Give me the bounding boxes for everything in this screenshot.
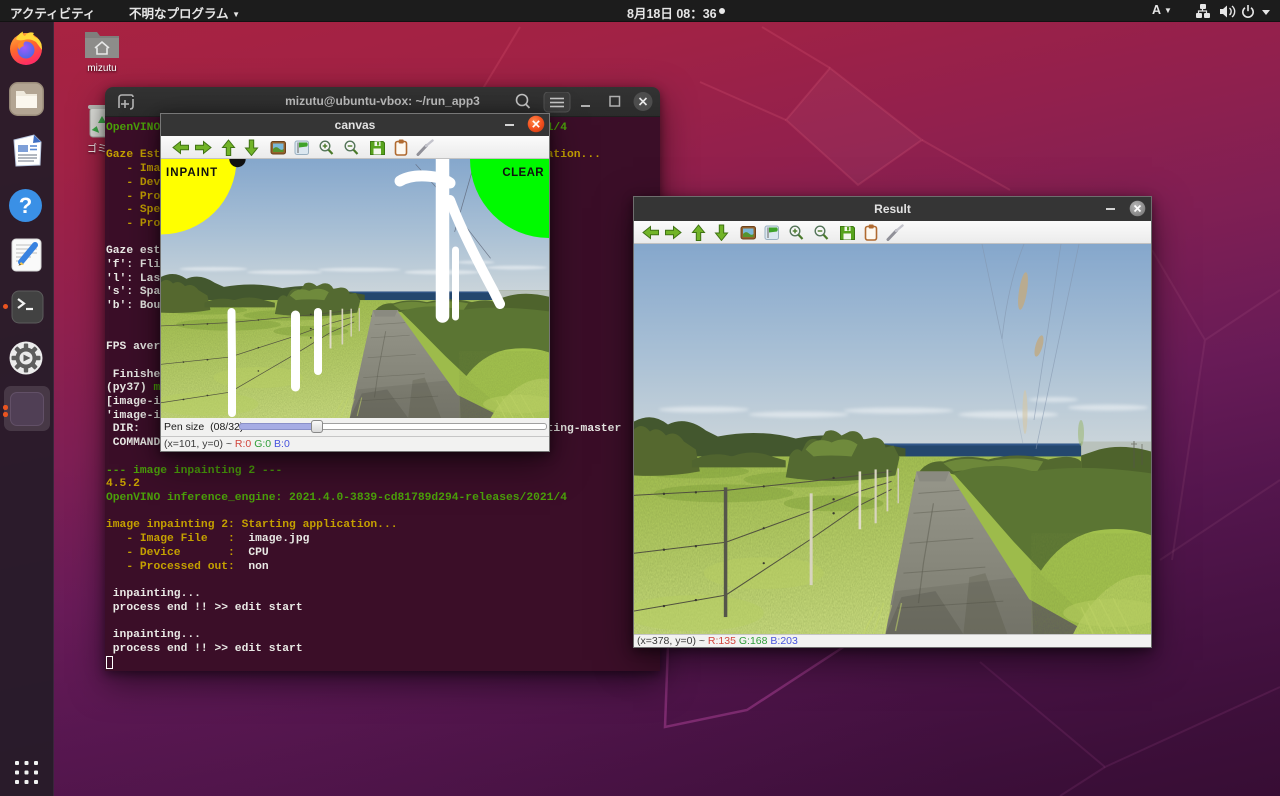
svg-text:INPAINT: INPAINT [166, 167, 218, 179]
svg-text:CLEAR: CLEAR [502, 167, 544, 179]
